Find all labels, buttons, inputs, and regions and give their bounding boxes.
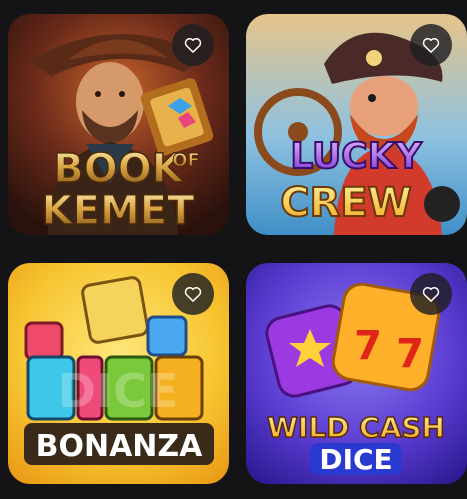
game-title-line3: KEMET	[42, 188, 195, 234]
heart-outline-icon	[184, 287, 202, 302]
heart-outline-icon	[422, 38, 440, 53]
game-tile-book-of-kemet[interactable]: BOOK OF KEMET	[8, 14, 229, 235]
game-title-line1: WILD CASH	[267, 411, 445, 444]
heart-outline-icon	[422, 287, 440, 302]
seven-glyph: 7	[354, 323, 382, 369]
game-tile-wild-cash-dice[interactable]: 7 7 WILD CASH DICE	[246, 263, 467, 484]
game-tile-dice-bonanza[interactable]: DICE BONANZA	[8, 263, 229, 484]
favorite-button[interactable]	[410, 24, 452, 66]
heart-outline-icon	[184, 38, 202, 53]
favorite-button[interactable]	[410, 273, 452, 315]
game-title-line1: BOOK	[53, 146, 184, 192]
game-tile-lucky-crew[interactable]: LUCKY CREW	[246, 14, 467, 235]
games-grid: BOOK OF KEMET LUCKY CREW DICE BONANZA 7 …	[0, 0, 467, 499]
favorite-button[interactable]	[172, 273, 214, 315]
game-title-line2: CREW	[280, 180, 412, 226]
favorite-button[interactable]	[172, 24, 214, 66]
game-title-line2: OF	[172, 150, 200, 171]
game-title-line2: DICE	[319, 443, 392, 476]
seven-glyph: 7	[396, 331, 424, 377]
game-title-line1: LUCKY	[290, 136, 422, 177]
game-title-line2: BONANZA	[36, 429, 204, 464]
game-title-line1: DICE	[58, 364, 178, 418]
